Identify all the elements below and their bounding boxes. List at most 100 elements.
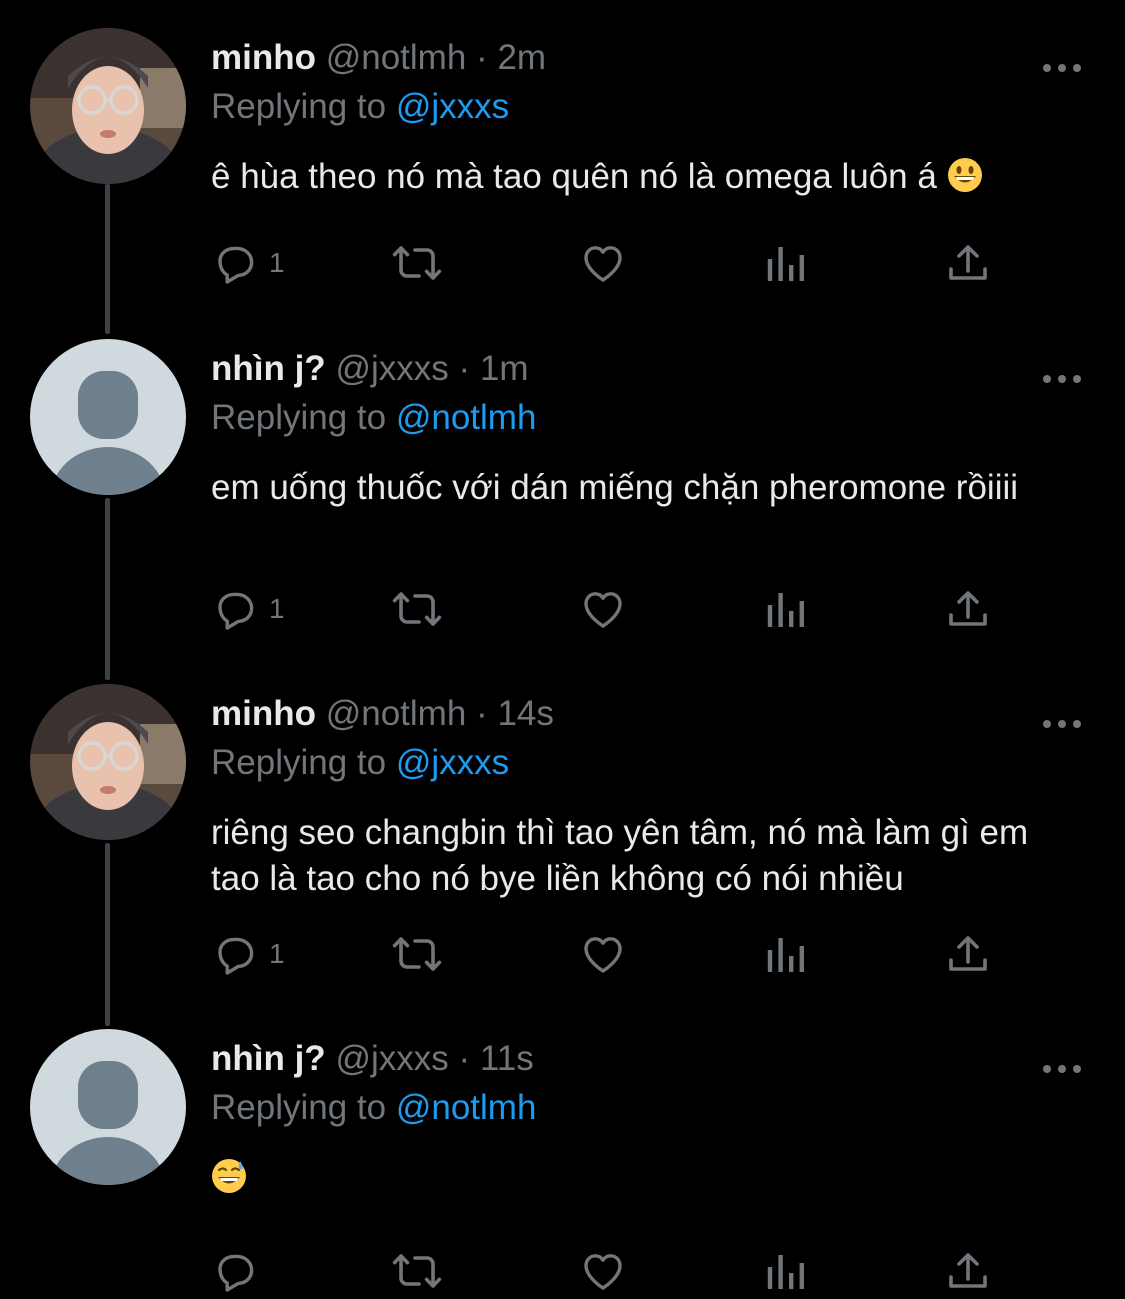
- grinning-face-with-sweat-icon: [212, 1159, 246, 1193]
- retweet-button[interactable]: [391, 238, 443, 288]
- tweet-text: em uống thuốc với dán miếng chặn pheromo…: [211, 465, 1051, 511]
- tweet[interactable]: minho @notlmh · 14s Replying to @jxxxs r…: [0, 684, 1125, 1004]
- tweet-text-content: ê hùa theo nó mà tao quên nó là omega lu…: [211, 157, 937, 196]
- retweet-icon: [392, 937, 442, 971]
- tweet-text: riêng seo changbin thì tao yên tâm, nó m…: [211, 810, 1081, 902]
- tweet-text-content: riêng seo changbin thì tao yên tâm, nó m…: [211, 813, 1029, 898]
- reply-count: 1: [269, 247, 285, 278]
- reply-button[interactable]: 1: [211, 584, 285, 634]
- display-name[interactable]: minho: [211, 38, 316, 77]
- more-button[interactable]: [1040, 369, 1084, 389]
- tweet-header: nhìn j? @jxxxs · 11s: [211, 1037, 534, 1081]
- replying-to-label: Replying to: [211, 1088, 387, 1127]
- retweet-icon: [392, 246, 442, 280]
- reply-icon: [218, 937, 254, 975]
- reply-count: 1: [269, 593, 285, 624]
- tweet-header: nhìn j? @jxxxs · 1m: [211, 347, 529, 391]
- display-name[interactable]: nhìn j?: [211, 349, 326, 388]
- separator-dot: ·: [458, 349, 471, 388]
- action-bar: 1: [211, 584, 1091, 634]
- tweet-header: minho @notlmh · 2m: [211, 36, 546, 80]
- replying-to: Replying to @notlmh: [211, 396, 536, 440]
- retweet-button[interactable]: [391, 1246, 443, 1296]
- reply-button[interactable]: 1: [211, 929, 285, 979]
- replying-to: Replying to @jxxxs: [211, 85, 509, 129]
- share-icon: [949, 591, 987, 626]
- share-button[interactable]: [944, 584, 992, 634]
- replying-to-label: Replying to: [211, 398, 387, 437]
- reply-button[interactable]: 1: [211, 238, 285, 288]
- views-button[interactable]: [764, 929, 808, 979]
- share-icon: [949, 245, 987, 280]
- user-handle[interactable]: @notlmh: [326, 694, 467, 733]
- retweet-button[interactable]: [391, 929, 443, 979]
- action-bar: 1: [211, 238, 1091, 288]
- heart-icon: [584, 1254, 622, 1290]
- tweet[interactable]: nhìn j? @jxxxs · 11s Replying to @notlmh: [0, 1029, 1125, 1299]
- share-icon: [949, 936, 987, 971]
- more-button[interactable]: [1040, 1059, 1084, 1079]
- like-button[interactable]: [579, 584, 627, 634]
- photo-avatar-icon: [30, 28, 186, 184]
- user-handle[interactable]: @jxxxs: [335, 349, 448, 388]
- tweet-text: ê hùa theo nó mà tao quên nó là omega lu…: [211, 154, 1091, 200]
- avatar[interactable]: [30, 28, 186, 184]
- grinning-face-icon: [947, 158, 982, 192]
- heart-icon: [584, 246, 622, 282]
- views-icon: [767, 1255, 804, 1289]
- views-icon: [767, 247, 804, 281]
- display-name[interactable]: nhìn j?: [211, 1039, 326, 1078]
- mention-link[interactable]: @notlmh: [396, 1088, 537, 1127]
- mention-link[interactable]: @jxxxs: [396, 87, 509, 126]
- reply-count: 1: [269, 938, 285, 969]
- retweet-icon: [392, 592, 442, 626]
- display-name[interactable]: minho: [211, 694, 316, 733]
- avatar[interactable]: [30, 1029, 186, 1185]
- user-handle[interactable]: @jxxxs: [335, 1039, 448, 1078]
- share-button[interactable]: [944, 929, 992, 979]
- share-icon: [949, 1253, 987, 1288]
- timestamp[interactable]: 11s: [480, 1039, 534, 1078]
- replying-to: Replying to @notlmh: [211, 1086, 536, 1130]
- reply-button[interactable]: [211, 1246, 259, 1296]
- like-button[interactable]: [579, 1246, 627, 1296]
- separator-dot: ·: [458, 1039, 471, 1078]
- mention-link[interactable]: @jxxxs: [396, 743, 509, 782]
- views-button[interactable]: [764, 238, 808, 288]
- replying-to-label: Replying to: [211, 743, 387, 782]
- retweet-button[interactable]: [391, 584, 443, 634]
- replying-to-label: Replying to: [211, 87, 387, 126]
- more-button[interactable]: [1040, 714, 1084, 734]
- tweet[interactable]: nhìn j? @jxxxs · 1m Replying to @notlmh …: [0, 339, 1125, 659]
- avatar[interactable]: [30, 339, 186, 495]
- action-bar: 1: [211, 929, 1091, 979]
- tweet[interactable]: minho @notlmh · 2m Replying to @jxxxs ê …: [0, 28, 1125, 318]
- timestamp[interactable]: 1m: [480, 349, 529, 388]
- user-handle[interactable]: @notlmh: [326, 38, 467, 77]
- timestamp[interactable]: 14s: [497, 694, 553, 733]
- default-avatar-icon: [30, 339, 186, 495]
- views-button[interactable]: [764, 1246, 808, 1296]
- reply-icon: [218, 592, 254, 630]
- retweet-icon: [392, 1254, 442, 1288]
- more-icon: [1043, 375, 1081, 383]
- timestamp[interactable]: 2m: [497, 38, 546, 77]
- tweet-header: minho @notlmh · 14s: [211, 692, 554, 736]
- tweet-text-content: em uống thuốc với dán miếng chặn pheromo…: [211, 468, 1019, 507]
- share-button[interactable]: [944, 1246, 992, 1296]
- like-button[interactable]: [579, 238, 627, 288]
- mention-link[interactable]: @notlmh: [396, 398, 537, 437]
- views-button[interactable]: [764, 584, 808, 634]
- tweet-text: [211, 1155, 1091, 1201]
- default-avatar-icon: [30, 1029, 186, 1185]
- more-button[interactable]: [1040, 58, 1084, 78]
- action-bar: [211, 1246, 1091, 1296]
- like-button[interactable]: [579, 929, 627, 979]
- more-icon: [1043, 720, 1081, 728]
- avatar[interactable]: [30, 684, 186, 840]
- separator-dot: ·: [476, 694, 488, 733]
- more-icon: [1043, 64, 1081, 72]
- reply-icon: [218, 1254, 254, 1292]
- heart-icon: [584, 937, 622, 973]
- share-button[interactable]: [944, 238, 992, 288]
